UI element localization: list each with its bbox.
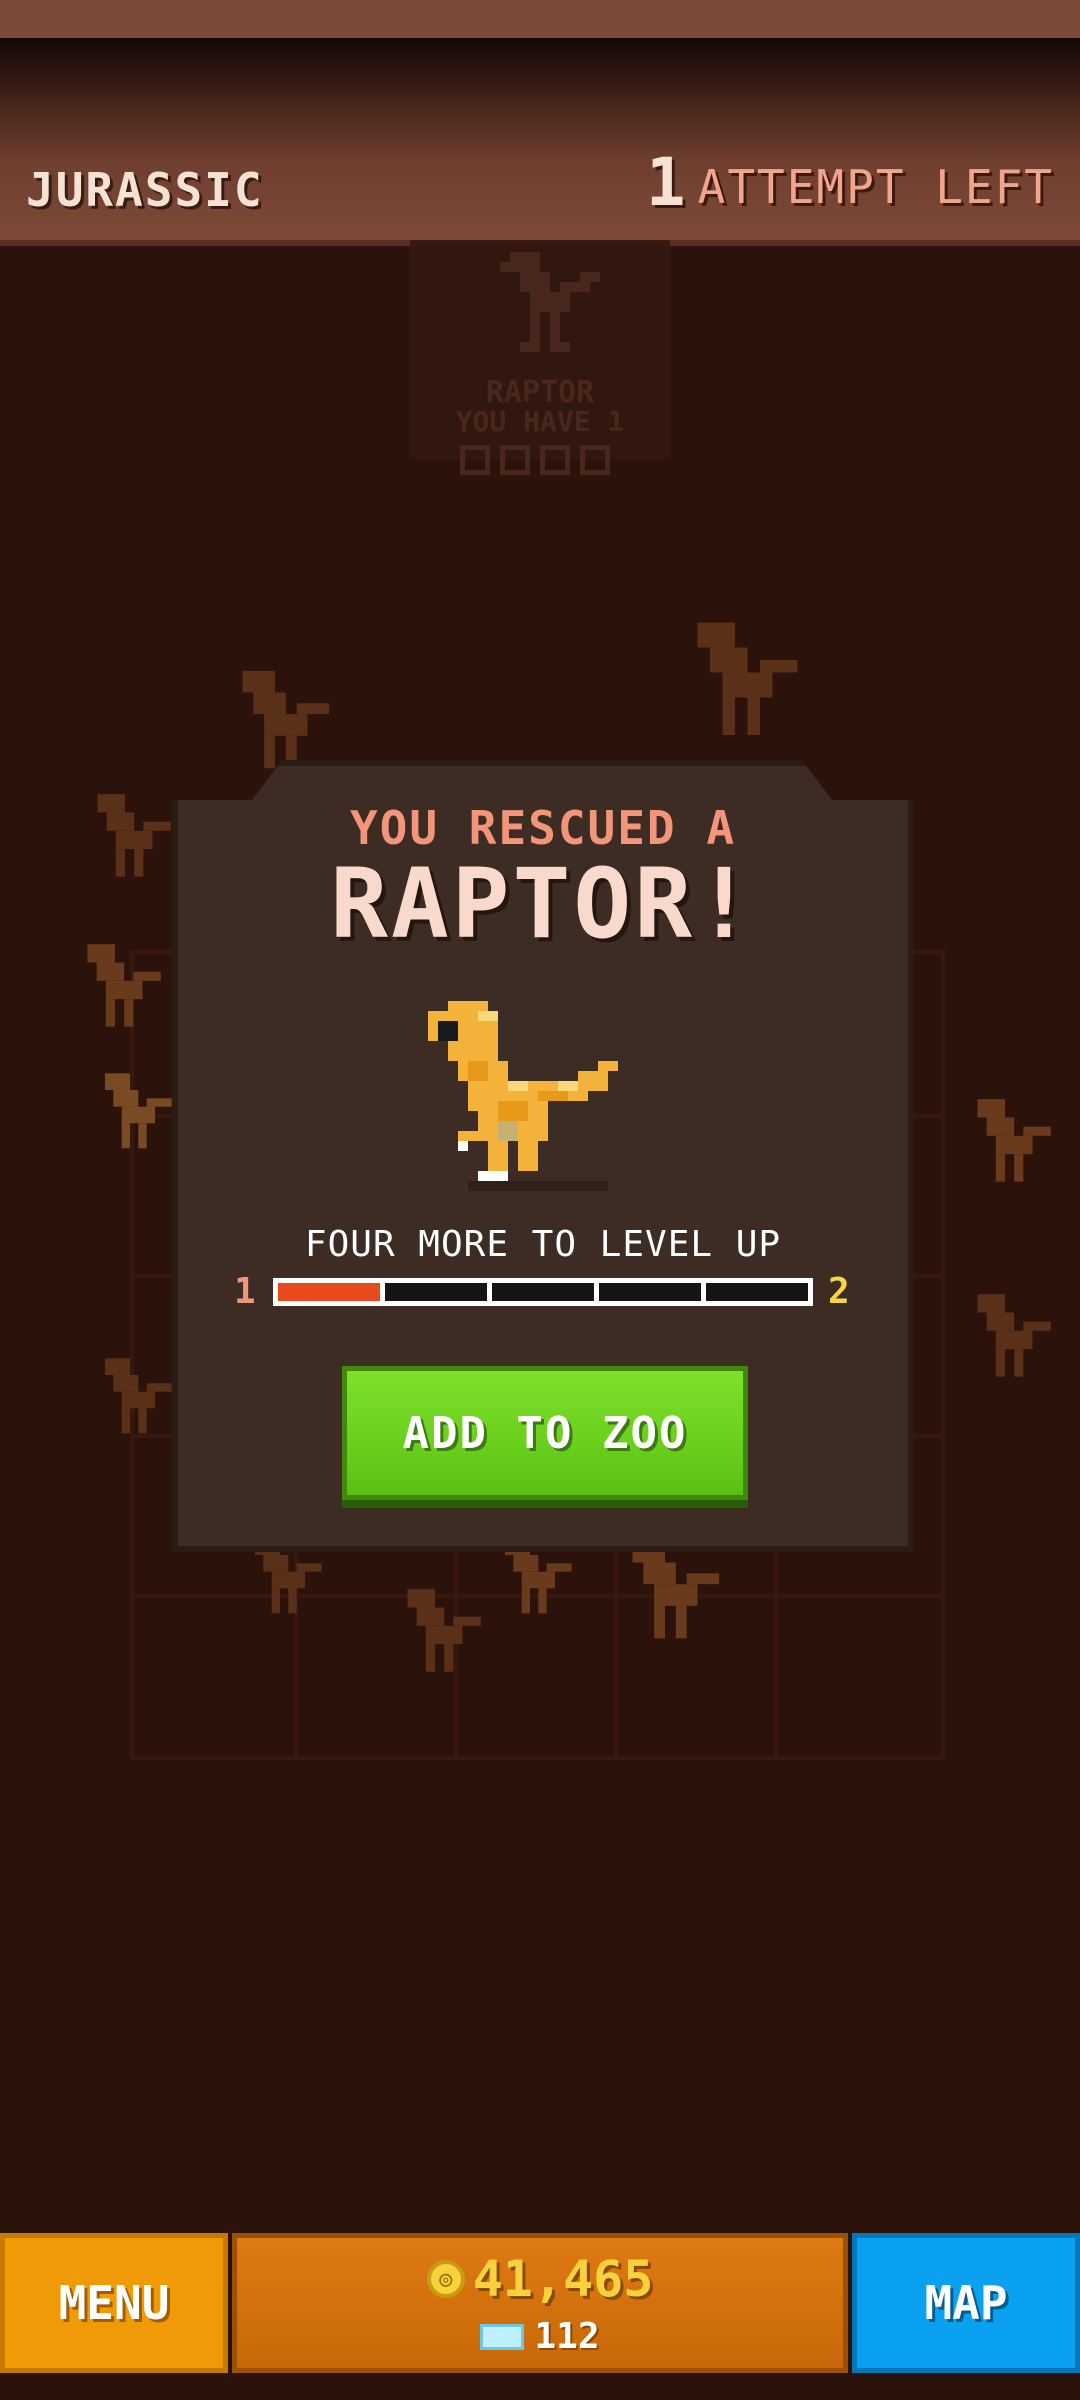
progress-segment (706, 1283, 808, 1301)
background-dino-icon (97, 794, 171, 877)
ghost-slot (540, 445, 570, 475)
gem-balance: 112 (237, 2316, 843, 2357)
currency-panel: ◎ 41,465 112 (232, 2233, 848, 2373)
progress-segment (599, 1283, 701, 1301)
next-level: 2 (828, 1271, 850, 1312)
modal-subtitle: YOU RESCUED A (349, 801, 737, 855)
ghost-slot (580, 445, 610, 475)
background-dino-icon (407, 1589, 481, 1672)
background-dino-icon (697, 622, 798, 735)
attempts-indicator: 1 ATTEMPT LEFT (646, 150, 1054, 216)
background-dino-icon (632, 1540, 720, 1639)
modal-title: RAPTOR! (330, 848, 756, 960)
background-dino-icon (977, 1099, 1051, 1182)
gem-amount: 112 (534, 2316, 600, 2357)
background-dino-icon (87, 944, 161, 1027)
add-to-zoo-button[interactable]: ADD TO ZOO (342, 1366, 748, 1500)
progress-segment (492, 1283, 594, 1301)
gem-icon (480, 2323, 525, 2350)
background-dino-icon (105, 1358, 172, 1434)
status-bar-area (0, 0, 1080, 38)
ghost-raptor-icon (500, 252, 600, 352)
rescue-modal: YOU RESCUED A RAPTOR! FOUR MORE TO LEVEL… (172, 760, 914, 1552)
ghost-card-owned: YOU HAVE 1 (455, 405, 625, 438)
background-dino-icon (105, 1073, 172, 1149)
level-progress-bar (273, 1278, 813, 1306)
raptor-icon (428, 1001, 618, 1191)
level-up-text: FOUR MORE TO LEVEL UP (304, 1224, 782, 1265)
progress-segment (385, 1283, 487, 1301)
ghost-slot (500, 445, 530, 475)
menu-button[interactable]: MENU (0, 2233, 228, 2373)
header-bar: JURASSIC 1 ATTEMPT LEFT (0, 38, 1080, 246)
map-button[interactable]: MAP (852, 2233, 1080, 2373)
ghost-slot (460, 445, 490, 475)
coin-balance: ◎ 41,465 (237, 2250, 843, 2308)
background-collection-card: RAPTOR YOU HAVE 1 (410, 240, 670, 475)
current-level: 1 (234, 1271, 256, 1312)
attempts-label: ATTEMPT LEFT (697, 160, 1054, 214)
background-dino-icon (977, 1294, 1051, 1377)
progress-segment-filled (278, 1283, 380, 1301)
coin-icon: ◎ (426, 2260, 465, 2298)
ghost-card-slots (460, 445, 610, 475)
attempts-count: 1 (645, 144, 686, 221)
world-name: JURASSIC (26, 163, 264, 217)
coin-amount: 41,465 (472, 2250, 654, 2308)
